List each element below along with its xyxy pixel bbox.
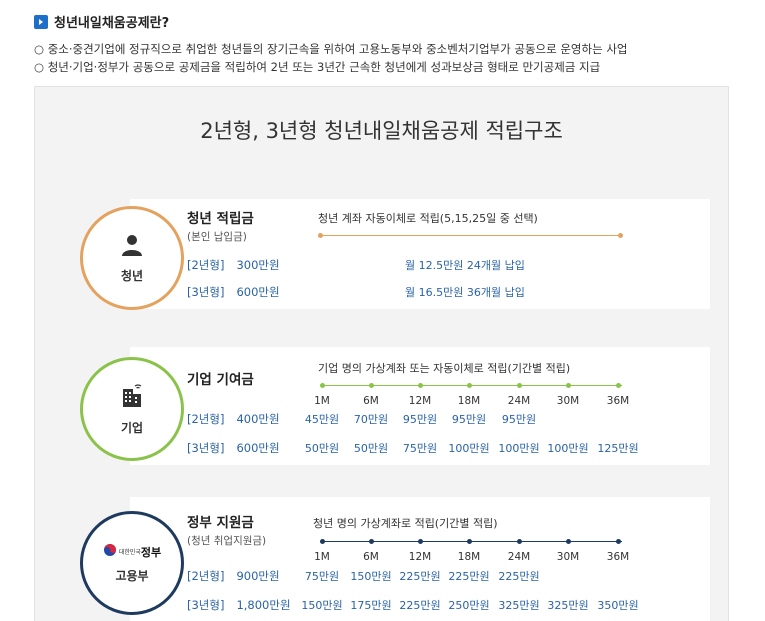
period-amount: 225만원	[498, 570, 540, 583]
period-amount: 95만원	[402, 413, 438, 426]
company-3y-label: [3년형] 600만원	[187, 441, 280, 455]
youth-circle-label: 청년	[120, 268, 144, 283]
month-label: 6M	[363, 395, 379, 407]
youth-3y-note: 월 16.5만원 36개월 납입	[405, 286, 525, 299]
timeline-dot	[616, 383, 621, 388]
period-amount: 250만원	[448, 599, 490, 612]
period-amount: 325만원	[547, 599, 589, 612]
timeline-dot	[418, 383, 423, 388]
logo-big-text: 정부	[140, 545, 162, 559]
month-label: 12M	[408, 551, 432, 563]
government-subtitle: (청년 취업지원금)	[187, 535, 267, 547]
timeline-dot	[517, 383, 522, 388]
building-icon	[119, 383, 145, 413]
period-amount: 100만원	[547, 442, 589, 455]
timeline-dot	[318, 233, 323, 238]
youth-2y-note: 월 12.5만원 24개월 납입	[405, 259, 525, 272]
arrow-right-icon	[34, 14, 48, 29]
government-logo: 대한민국 정부	[103, 542, 161, 561]
structure-panel: 2년형, 3년형 청년내일채움공제 적립구조 청년 청년 적립금 (본인 납입금…	[34, 86, 729, 621]
period-amount: 225만원	[399, 570, 441, 583]
period-amount: 70만원	[353, 413, 389, 426]
timeline-dot	[517, 539, 522, 544]
period-amount: 225만원	[448, 570, 490, 583]
period-amount: 175만원	[350, 599, 392, 612]
month-label: 18M	[457, 551, 481, 563]
timeline-dot	[369, 383, 374, 388]
government-3y-label: [3년형] 1,800만원	[187, 598, 291, 612]
period-amount: 45만원	[304, 413, 340, 426]
period-amount: 95만원	[451, 413, 487, 426]
company-2y-label: [2년형] 400만원	[187, 412, 280, 426]
period-amount: 225만원	[399, 599, 441, 612]
youth-title: 청년 적립금	[187, 211, 254, 227]
logo-small-text: 대한민국	[118, 549, 141, 556]
period-amount: 150만원	[350, 570, 392, 583]
period-amount: 75만원	[402, 442, 438, 455]
month-label: 1M	[314, 395, 330, 407]
section-header: 청년내일채움공제란?	[34, 12, 169, 31]
timeline-dot	[369, 539, 374, 544]
month-label: 36M	[606, 395, 630, 407]
government-circle-label: 고용부	[115, 569, 149, 583]
company-description: 기업 명의 가상계좌 또는 자동이체로 적립(기간별 적립)	[318, 362, 571, 375]
timeline-dot	[320, 383, 325, 388]
month-label: 18M	[457, 395, 481, 407]
month-label: 24M	[507, 551, 531, 563]
timeline-dot	[566, 539, 571, 544]
intro-item: ○ 중소·중견기업에 정규직으로 취업한 청년들의 장기근속을 위하여 고용노동…	[34, 42, 628, 56]
government-circle: 대한민국 정부 고용부	[80, 511, 184, 615]
period-amount: 325만원	[498, 599, 540, 612]
youth-3y-label: [3년형] 600만원	[187, 285, 280, 299]
intro-list: ○ 중소·중견기업에 정규직으로 취업한 청년들의 장기근속을 위하여 고용노동…	[34, 40, 627, 76]
month-label: 30M	[556, 551, 580, 563]
timeline-dot	[467, 539, 472, 544]
panel-title: 2년형, 3년형 청년내일채움공제 적립구조	[200, 119, 563, 143]
timeline-dot	[618, 233, 623, 238]
company-circle: 기업	[80, 357, 184, 461]
timeline-dot	[418, 539, 423, 544]
period-amount: 150만원	[301, 599, 343, 612]
company-title: 기업 기여금	[187, 372, 254, 388]
youth-2y-label: [2년형] 300만원	[187, 258, 280, 272]
month-label: 24M	[507, 395, 531, 407]
youth-circle: 청년	[80, 206, 184, 310]
period-amount: 95만원	[501, 413, 537, 426]
government-title: 정부 지원금	[187, 515, 254, 531]
youth-description: 청년 계좌 자동이체로 적립(5,15,25일 중 선택)	[318, 212, 538, 225]
month-label: 12M	[408, 395, 432, 407]
timeline-dot	[320, 539, 325, 544]
timeline-dot	[616, 539, 621, 544]
period-amount: 75만원	[304, 570, 340, 583]
month-label: 1M	[314, 551, 330, 563]
period-amount: 350만원	[597, 599, 639, 612]
intro-item: ○ 청년·기업·정부가 공동으로 공제금을 적립하여 2년 또는 3년간 근속한…	[34, 60, 601, 74]
company-circle-label: 기업	[120, 420, 144, 435]
month-label: 6M	[363, 551, 379, 563]
person-icon	[120, 233, 144, 261]
month-label: 30M	[556, 395, 580, 407]
youth-timeline	[320, 235, 622, 236]
government-description: 청년 명의 가상계좌로 적립(기간별 적립)	[313, 517, 498, 530]
period-amount: 50만원	[353, 442, 389, 455]
period-amount: 100만원	[498, 442, 540, 455]
youth-subtitle: (본인 납입금)	[187, 231, 247, 243]
taegeuk-icon	[103, 542, 117, 561]
month-label: 36M	[606, 551, 630, 563]
period-amount: 50만원	[304, 442, 340, 455]
section-title: 청년내일채움공제란?	[54, 16, 170, 31]
timeline-dot	[467, 383, 472, 388]
period-amount: 125만원	[597, 442, 639, 455]
period-amount: 100만원	[448, 442, 490, 455]
government-2y-label: [2년형] 900만원	[187, 569, 280, 583]
timeline-dot	[566, 383, 571, 388]
